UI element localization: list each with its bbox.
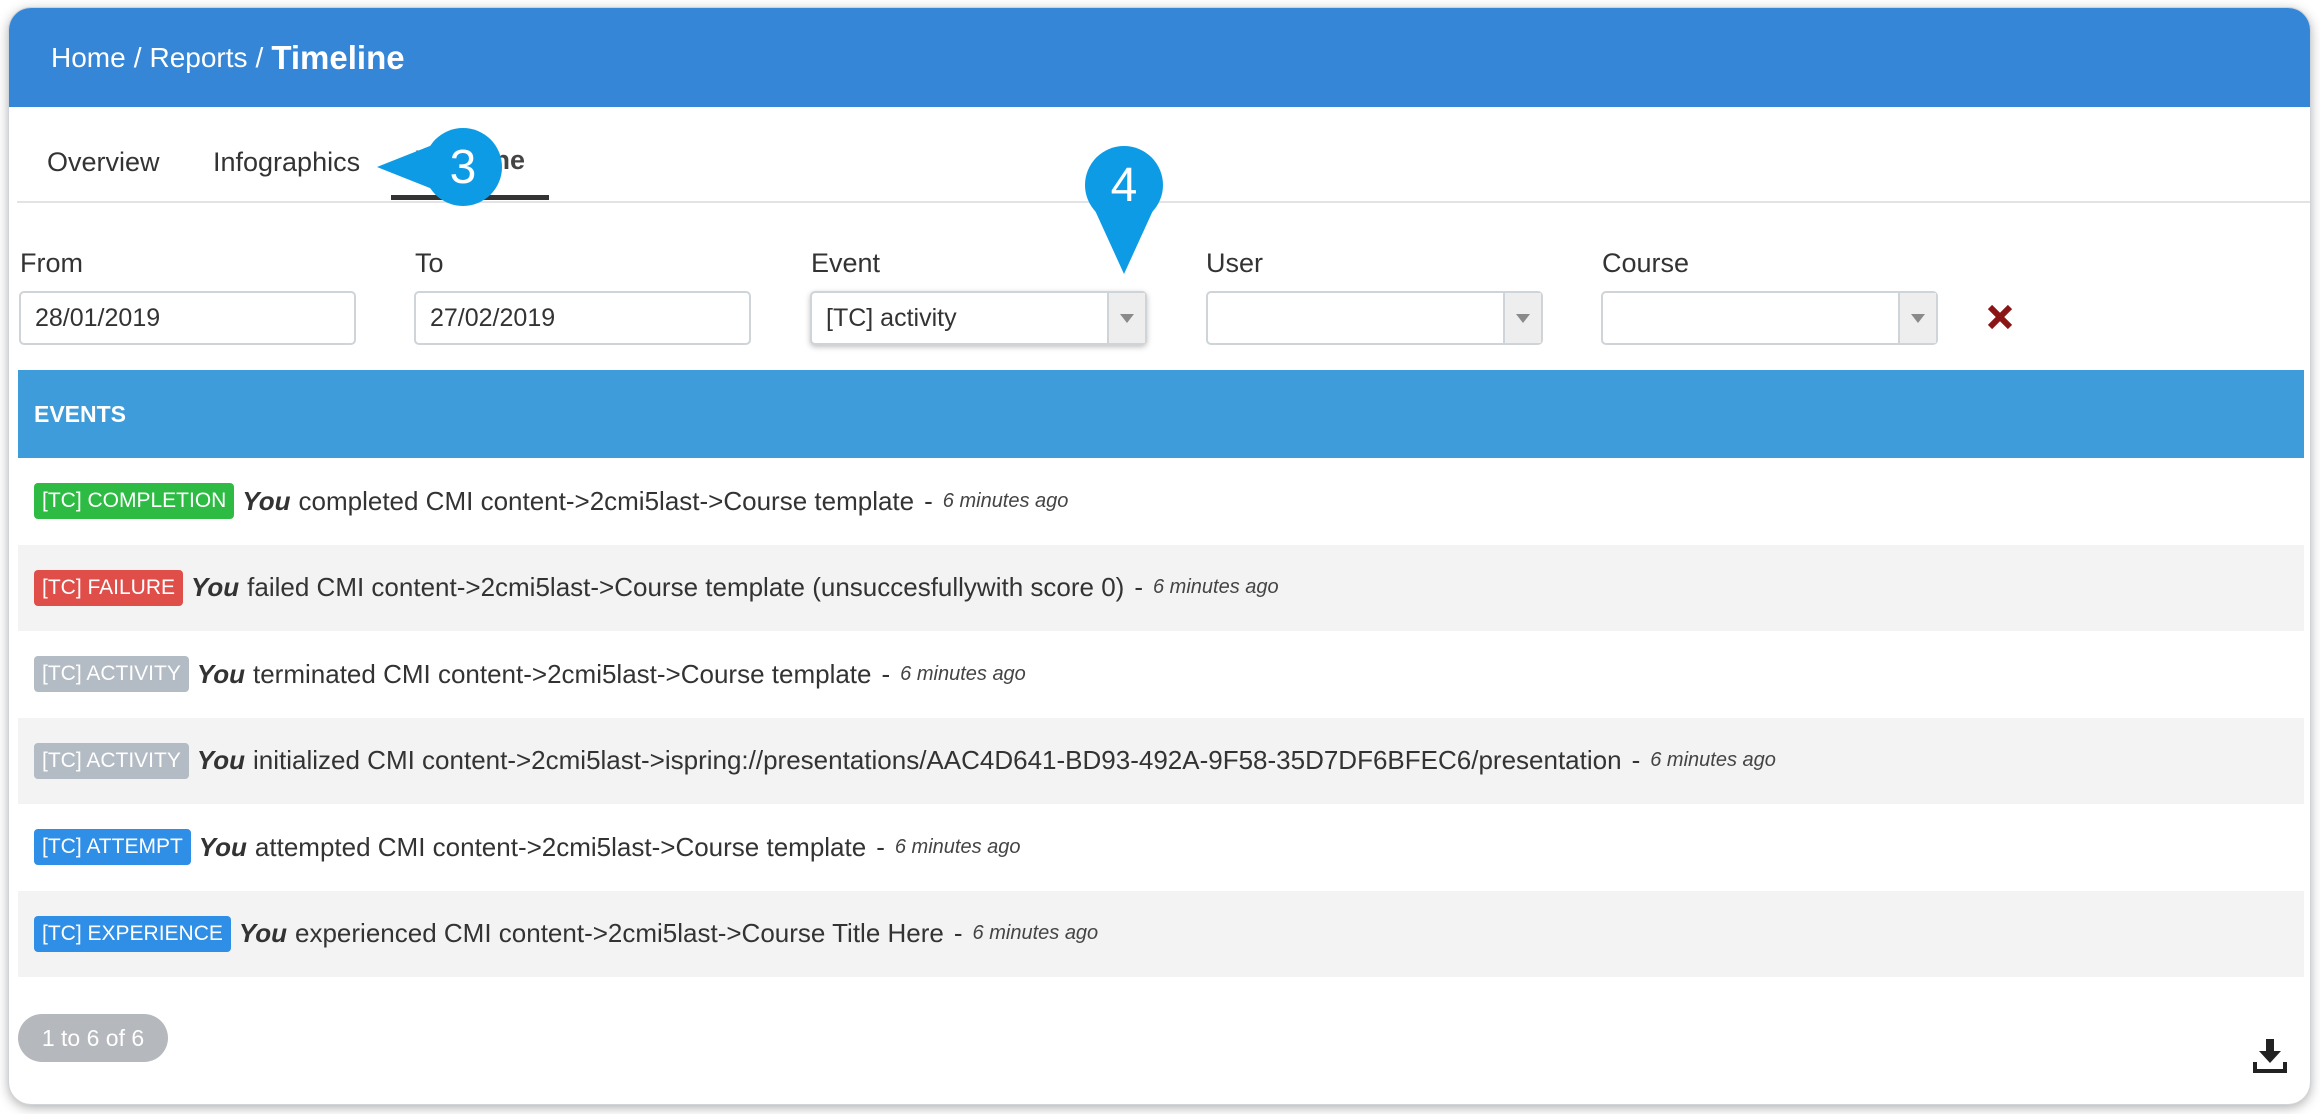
event-time: 6 minutes ago [894, 835, 1021, 858]
close-x-icon[interactable] [1983, 300, 2017, 334]
pagination-info: 1 to 6 of 6 [18, 1014, 168, 1062]
list-item: [TC] ACTIVITY You terminated CMI content… [18, 631, 2304, 718]
callout-3-circle: 3 [424, 128, 502, 206]
list-item: [TC] EXPERIENCE You experienced CMI cont… [18, 890, 2304, 977]
to-label: To [415, 248, 444, 278]
course-select[interactable] [1601, 291, 1938, 345]
user-label: User [1206, 248, 1264, 278]
event-description: terminated CMI content->2cmi5last->Cours… [253, 658, 872, 689]
breadcrumb-separator: / [255, 41, 264, 73]
breadcrumb-home[interactable]: Home [51, 42, 126, 74]
events-header: EVENTS [18, 370, 2304, 458]
caret-down-icon[interactable] [1107, 293, 1145, 343]
event-description: experienced CMI content->2cmi5last->Cour… [295, 918, 944, 949]
event-badge: [TC] EXPERIENCE [34, 915, 231, 952]
list-item: [TC] FAILURE You failed CMI content->2cm… [18, 544, 2304, 631]
download-icon[interactable] [2250, 1036, 2290, 1076]
tab-overview[interactable]: Overview [47, 147, 160, 178]
callout-3: 3 [365, 122, 505, 212]
list-item: [TC] ATTEMPT You attempted CMI content->… [18, 804, 2304, 891]
event-badge: [TC] COMPLETION [34, 483, 235, 520]
event-time: 6 minutes ago [942, 489, 1069, 512]
from-date-input[interactable]: 28/01/2019 [19, 291, 356, 345]
list-item: [TC] COMPLETION You completed CMI conten… [18, 458, 2304, 545]
event-badge: [TC] ATTEMPT [34, 829, 191, 866]
event-badge: [TC] ACTIVITY [34, 656, 189, 693]
event-badge: [TC] ACTIVITY [34, 742, 189, 779]
event-description: attempted CMI content->2cmi5last->Course… [254, 831, 867, 862]
report-card: Home / Reports / Timeline Overview Infog… [9, 8, 2310, 1104]
events-list: [TC] COMPLETION You completed CMI conten… [18, 458, 2304, 977]
user-select[interactable] [1206, 291, 1543, 345]
event-select-value: [TC] activity [826, 303, 957, 332]
breadcrumb-separator: / [133, 41, 142, 73]
breadcrumb-reports[interactable]: Reports [149, 42, 247, 74]
list-item: [TC] ACTIVITY You initialized CMI conten… [18, 717, 2304, 804]
event-badge: [TC] FAILURE [34, 569, 184, 606]
event-actor: You [238, 918, 288, 949]
event-select[interactable]: [TC] activity [810, 291, 1147, 345]
event-actor: You [196, 658, 245, 689]
caret-down-icon[interactable] [1898, 293, 1936, 343]
breadcrumb: Home / Reports / Timeline [9, 8, 2310, 107]
event-actor: You [198, 831, 247, 862]
event-time: 6 minutes ago [1650, 749, 1776, 772]
event-description: failed CMI content->2cmi5last->Course te… [247, 572, 1125, 603]
caret-down-icon[interactable] [1503, 293, 1541, 343]
event-actor: You [242, 485, 291, 516]
event-time: 6 minutes ago [972, 922, 1099, 945]
event-label: Event [811, 248, 881, 278]
event-description: initialized CMI content->2cmi5last->ispr… [253, 745, 1622, 776]
breadcrumb-current: Timeline [271, 38, 405, 76]
event-time: 6 minutes ago [1153, 576, 1279, 599]
event-description: completed CMI content->2cmi5last->Course… [298, 485, 915, 516]
course-label: Course [1602, 248, 1690, 278]
callout-4-circle: 4 [1085, 146, 1163, 224]
event-actor: You [191, 572, 240, 603]
event-actor: You [196, 745, 245, 776]
from-label: From [20, 248, 83, 278]
callout-4: 4 [1079, 146, 1169, 276]
tab-infographics[interactable]: Infographics [213, 147, 360, 178]
event-time: 6 minutes ago [900, 662, 1026, 685]
to-date-input[interactable]: 27/02/2019 [414, 291, 751, 345]
